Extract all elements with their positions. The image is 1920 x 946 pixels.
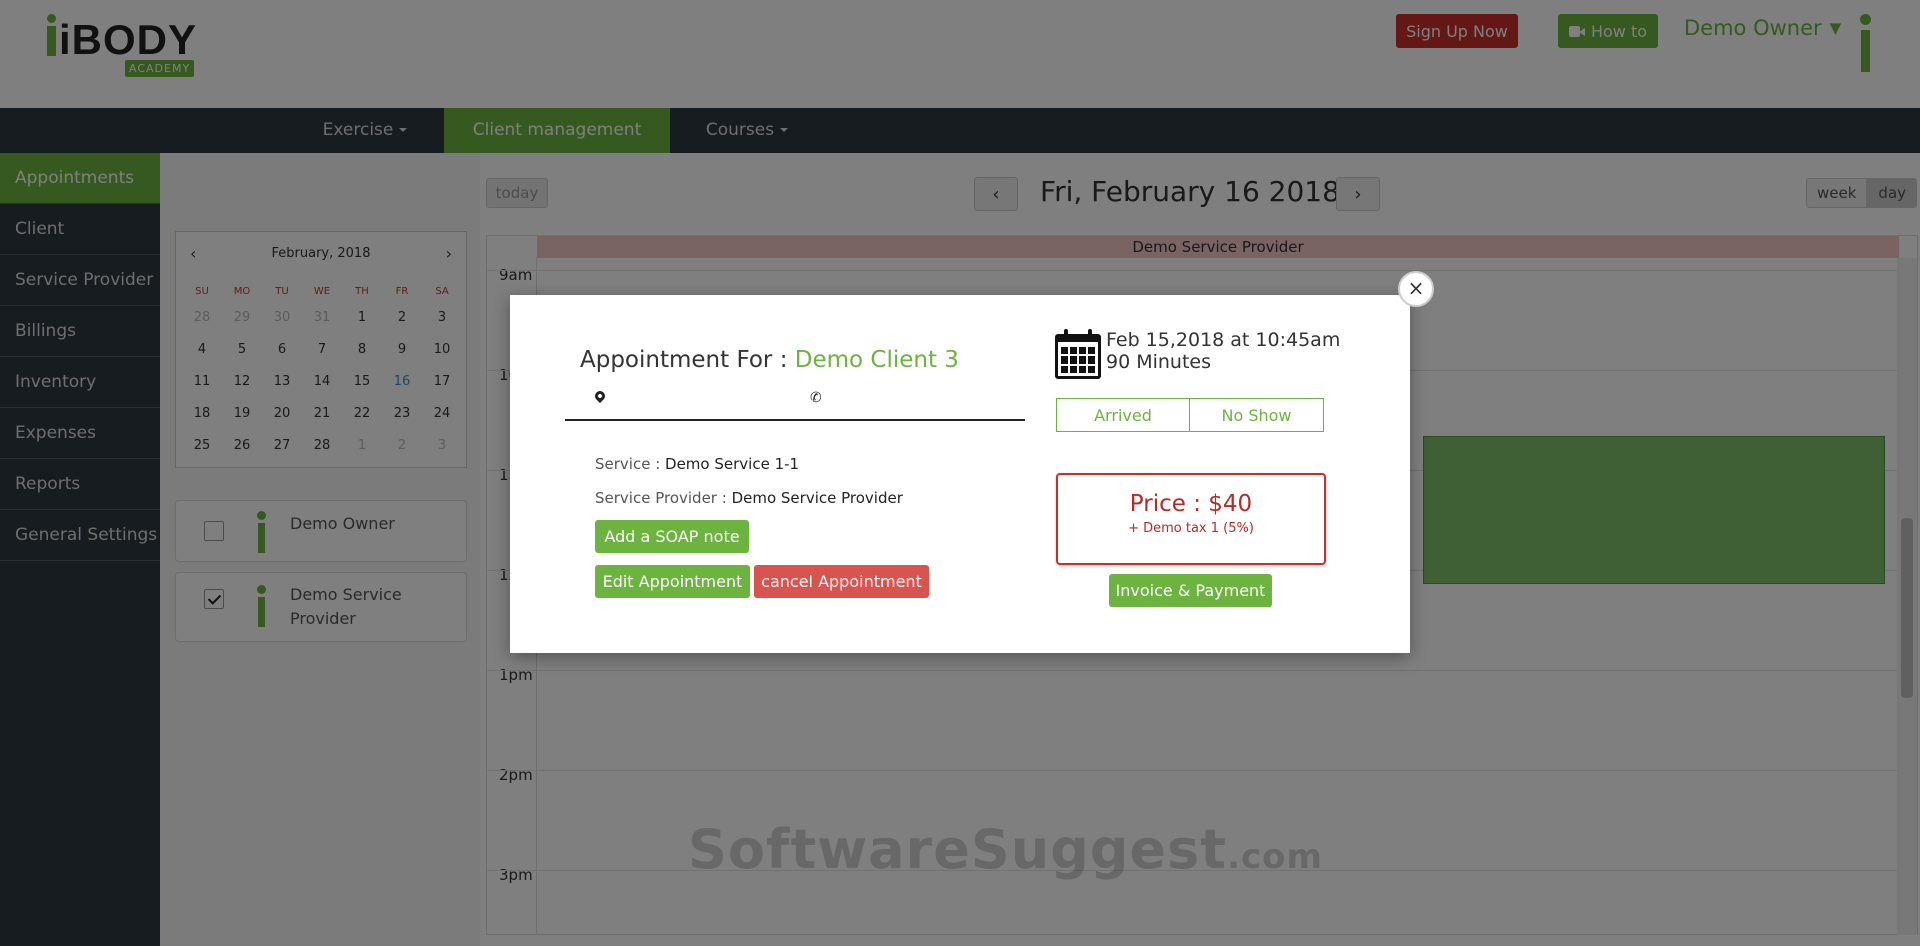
service-provider-value: Demo Service Provider	[731, 489, 903, 507]
price-label: Price : $40	[1129, 491, 1253, 517]
client-name-link[interactable]: Demo Client 3	[795, 347, 959, 373]
appointment-duration: 90 Minutes	[1106, 351, 1212, 373]
tax-label: + Demo tax 1 (5%)	[1128, 521, 1254, 536]
invoice-payment-button[interactable]: Invoice & Payment	[1109, 574, 1272, 607]
title-divider	[565, 419, 1025, 421]
attendance-buttons: Arrived No Show	[1056, 398, 1324, 432]
service-row: Service : Demo Service 1-1	[595, 455, 800, 473]
map-marker-icon	[592, 388, 608, 405]
no-show-button[interactable]: No Show	[1190, 398, 1324, 432]
service-value: Demo Service 1-1	[665, 455, 800, 473]
add-soap-note-button[interactable]: Add a SOAP note	[595, 520, 749, 553]
appointment-title: Appointment For : Demo Client 3	[580, 347, 959, 373]
close-modal-button[interactable]: ×	[1398, 271, 1434, 307]
phone-icon: ✆	[810, 390, 822, 406]
cancel-appointment-button[interactable]: cancel Appointment	[754, 565, 929, 598]
price-box: Price : $40 + Demo tax 1 (5%)	[1056, 473, 1326, 565]
service-provider-row: Service Provider : Demo Service Provider	[595, 489, 903, 507]
appointment-date: Feb 15,2018 at 10:45am	[1106, 329, 1341, 351]
appointment-modal: Appointment For : Demo Client 3 ✆ Servic…	[510, 295, 1410, 653]
calendar-icon	[1055, 329, 1101, 379]
appointment-datetime: Feb 15,2018 at 10:45am 90 Minutes	[1106, 329, 1340, 373]
arrived-button[interactable]: Arrived	[1056, 398, 1190, 432]
edit-appointment-button[interactable]: Edit Appointment	[595, 565, 750, 598]
